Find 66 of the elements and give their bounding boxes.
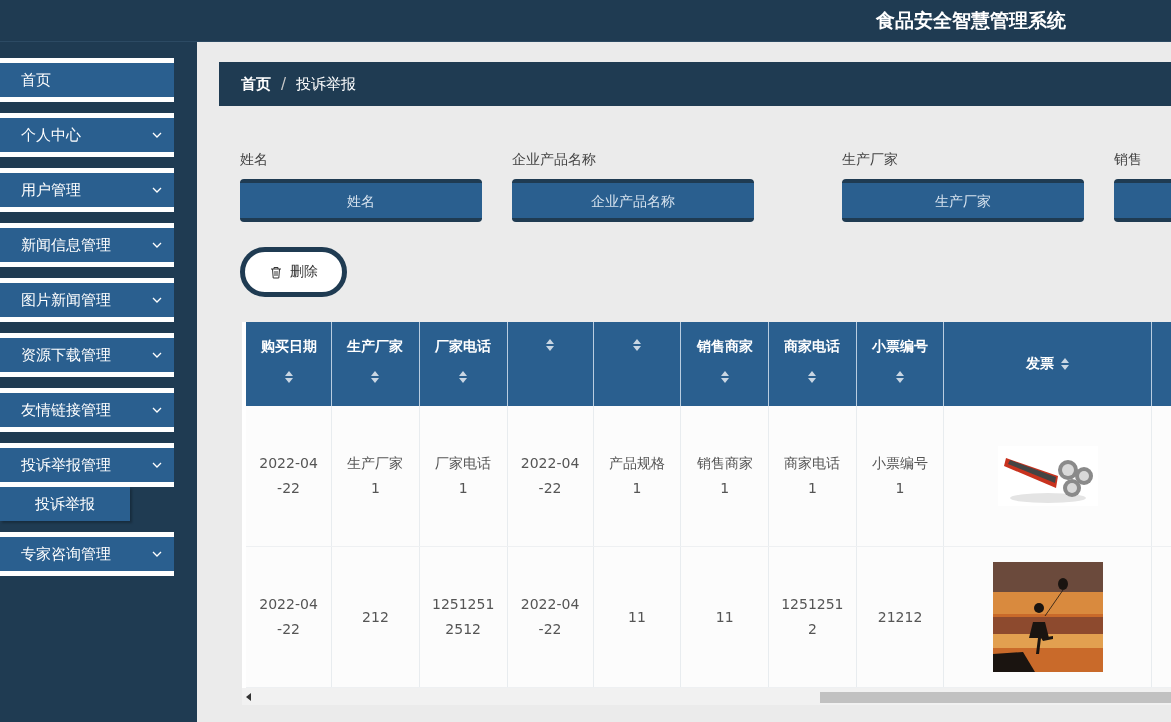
sidebar-item[interactable]: 投诉举报管理 xyxy=(0,443,174,487)
table-cell: 212 xyxy=(331,546,420,688)
sort-icon[interactable] xyxy=(370,370,381,384)
column-title: 销售商家 xyxy=(696,338,753,356)
column-title: 生产厂家 xyxy=(347,338,404,356)
sidebar-item[interactable]: 友情链接管理 xyxy=(0,388,174,432)
column-title: 发票 xyxy=(1025,355,1054,373)
delete-button[interactable]: 删除 xyxy=(240,247,347,297)
filter-label: 企业产品名称 xyxy=(512,151,597,169)
sort-icon[interactable] xyxy=(895,370,906,384)
column-title: 厂家电话 xyxy=(435,338,492,356)
table-cell: 销售商家1 xyxy=(680,406,769,547)
table-cell: 小票编号1 xyxy=(856,406,944,547)
search-field[interactable]: 生产厂家 xyxy=(842,179,1084,222)
horizontal-scrollbar[interactable] xyxy=(242,688,1171,705)
sidebar-item[interactable]: 专家咨询管理 xyxy=(0,532,174,576)
sidebar-item[interactable]: 新闻信息管理 xyxy=(0,223,174,267)
table-cell: 11 xyxy=(593,546,681,688)
column-header[interactable]: 购买日期 xyxy=(246,322,332,406)
app-title: 食品安全智慧管理系统 xyxy=(876,7,1066,33)
filter-label: 销售 xyxy=(1114,151,1143,169)
column-header[interactable] xyxy=(507,322,594,406)
table-cell: 厂家电话1 xyxy=(419,406,507,547)
breadcrumb-separator: / xyxy=(281,75,287,93)
column-title: 商家电话 xyxy=(784,338,841,356)
table-cell: 12512512512 xyxy=(419,546,507,688)
column-header[interactable]: 销售商家 xyxy=(680,322,769,406)
sidebar-item[interactable]: 个人中心 xyxy=(0,113,174,157)
column-header[interactable]: 厂家电话 xyxy=(419,322,507,406)
scroll-left-icon[interactable] xyxy=(246,692,252,701)
column-header[interactable]: 小票编号 xyxy=(856,322,944,406)
sidebar-item[interactable]: 用户管理 xyxy=(0,168,174,212)
table-cell: 2022-04-22 xyxy=(507,546,594,688)
sort-icon[interactable] xyxy=(545,338,556,352)
sort-icon[interactable] xyxy=(807,370,818,384)
table-cell: 2022-04-22 xyxy=(246,406,332,547)
table-cell: 商家电话1 xyxy=(768,406,857,547)
search-field[interactable]: 姓名 xyxy=(240,179,482,222)
column-header[interactable]: 商家电话 xyxy=(768,322,857,406)
column-header[interactable]: 发票 xyxy=(943,322,1152,406)
sidebar-item[interactable]: 图片新闻管理 xyxy=(0,278,174,322)
table-cell: 产品规格1 xyxy=(593,406,681,547)
table-cell: 21212 xyxy=(856,546,944,688)
sort-icon[interactable] xyxy=(458,370,469,384)
trash-icon xyxy=(269,265,282,279)
sidebar-item[interactable]: 资源下载管理 xyxy=(0,333,174,377)
table-cell: 11 xyxy=(680,546,769,688)
sort-icon[interactable] xyxy=(1059,357,1070,371)
table-cell: 生产厂家1 xyxy=(331,406,420,547)
table-cell: 2022-04-22 xyxy=(507,406,594,547)
column-header[interactable] xyxy=(593,322,681,406)
search-field[interactable]: 企业产品名称 xyxy=(512,179,754,222)
sort-icon[interactable] xyxy=(283,370,294,384)
column-header[interactable]: 生产厂家 xyxy=(331,322,420,406)
filter-label: 姓名 xyxy=(240,151,269,169)
breadcrumb-link[interactable]: 首页 xyxy=(241,74,271,94)
table-cell: 2022-04-22 xyxy=(246,546,332,688)
filter-label: 生产厂家 xyxy=(842,151,899,169)
sort-icon[interactable] xyxy=(719,370,730,384)
sort-icon[interactable] xyxy=(631,338,642,352)
sidebar-subitem[interactable]: 投诉举报 xyxy=(0,487,130,521)
column-title: 小票编号 xyxy=(872,338,929,356)
column-title: 购买日期 xyxy=(260,338,317,356)
table-cell: 12512512 xyxy=(768,546,857,688)
sidebar-item[interactable]: 首页 xyxy=(0,58,174,102)
breadcrumb-link[interactable]: 投诉举报 xyxy=(296,74,357,94)
